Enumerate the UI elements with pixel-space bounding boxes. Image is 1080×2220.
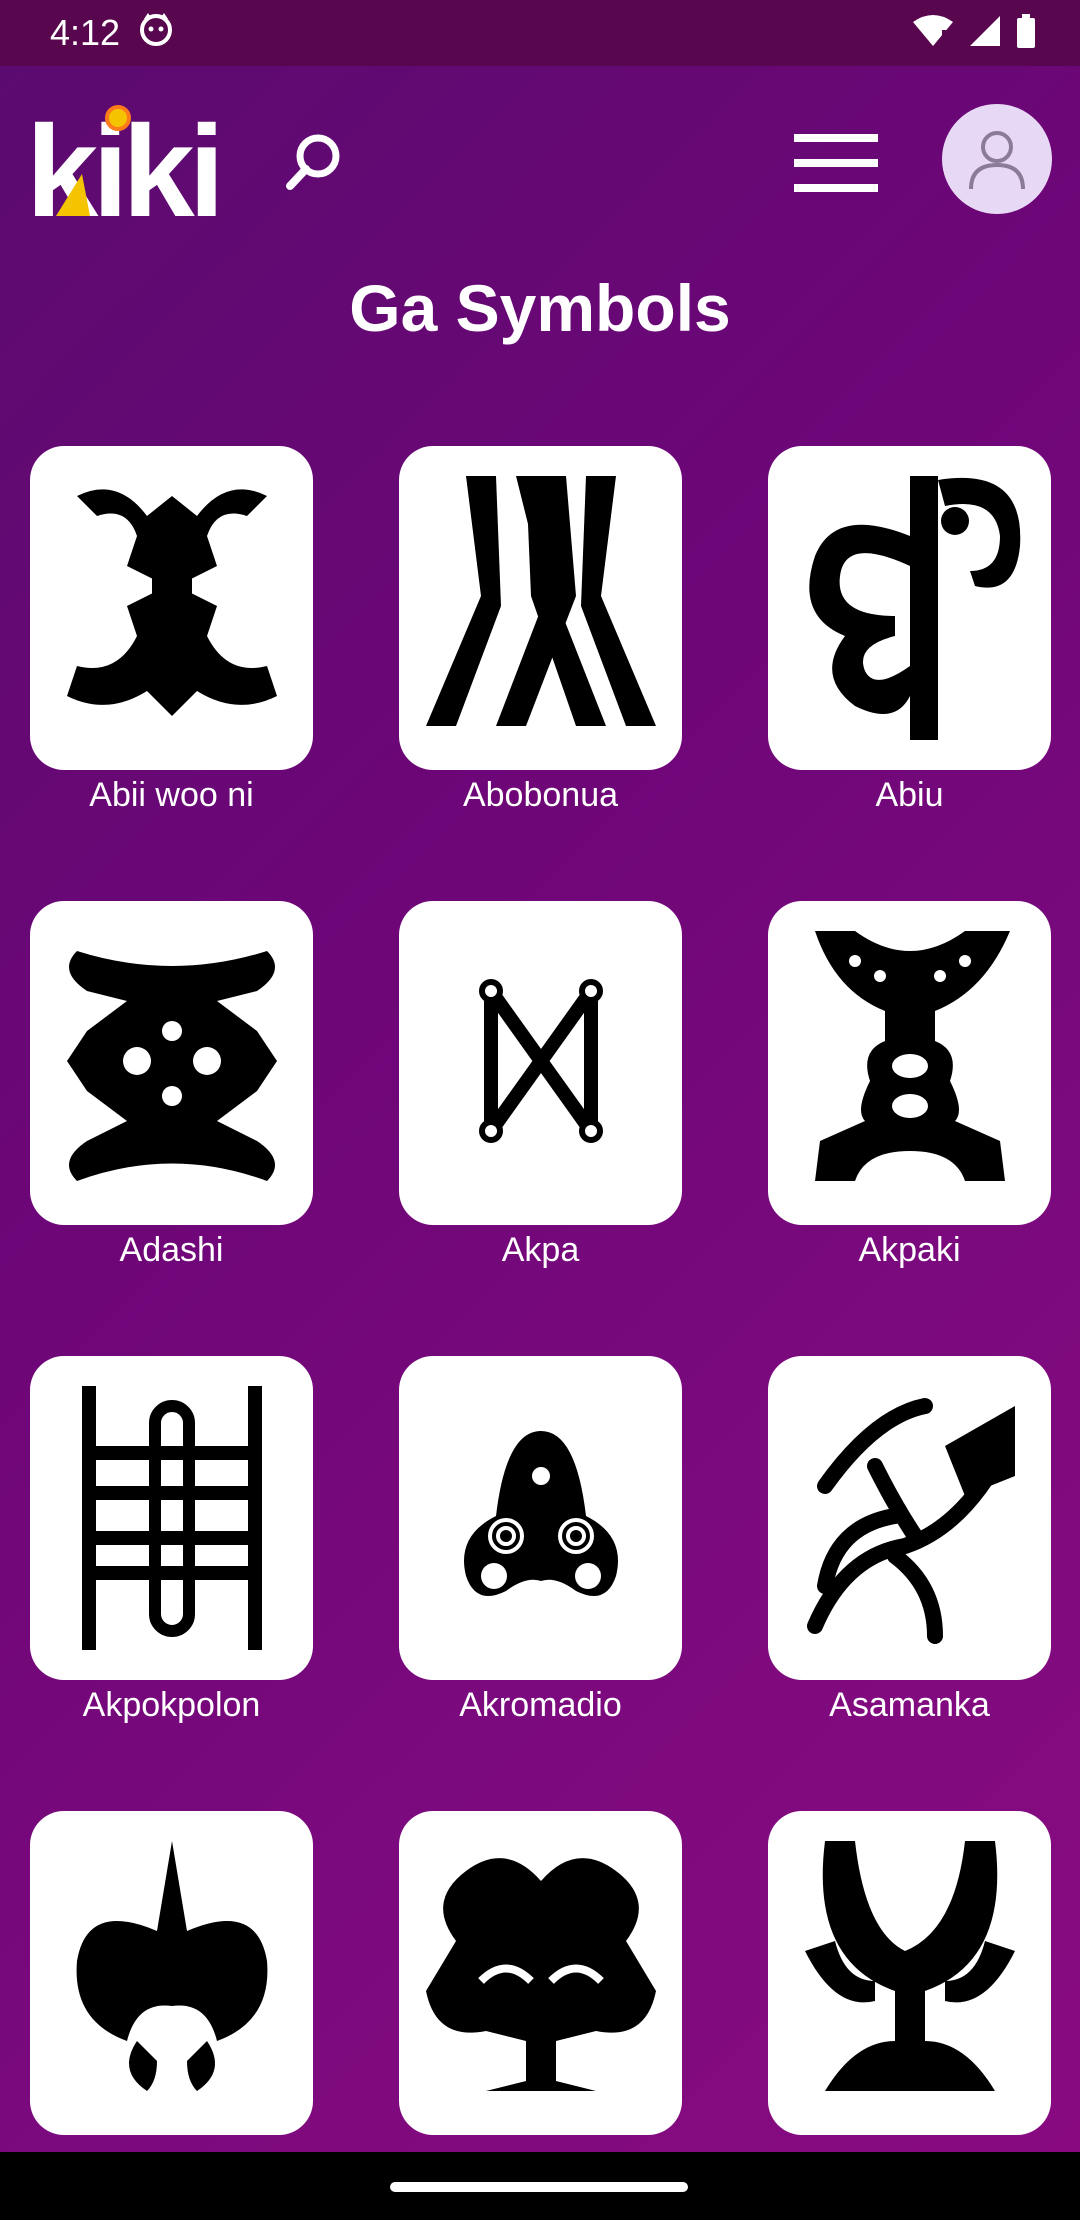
symbol-label: Akpa: [501, 1231, 580, 1269]
symbol-label: Abobonua: [462, 776, 619, 814]
kiki-logo[interactable]: kiki: [26, 98, 246, 244]
app-notification-icon: [138, 11, 174, 56]
symbol-card[interactable]: Akpokpolon: [30, 1356, 313, 1725]
status-time: 4:12: [50, 12, 121, 53]
symbol-card[interactable]: Adashi: [30, 901, 313, 1270]
adashi-symbol-icon: [66, 951, 277, 1181]
symbol-tile[interactable]: [30, 901, 313, 1225]
symbol-tile[interactable]: [399, 1356, 682, 1680]
symbol-tile[interactable]: [399, 1811, 682, 2135]
symbol-card[interactable]: [399, 1811, 682, 2141]
user-icon: [969, 131, 1025, 190]
wifi-icon: [912, 14, 954, 53]
abiu-symbol-icon: [808, 476, 1020, 740]
symbol-card[interactable]: Abii woo ni: [30, 446, 313, 815]
profile-avatar[interactable]: [942, 104, 1052, 214]
symbol-label: Akromadio: [459, 1686, 622, 1724]
symbol-card[interactable]: Akpa: [399, 901, 682, 1270]
symbol-label: Akpaki: [858, 1231, 961, 1269]
symbol-tile[interactable]: [30, 446, 313, 770]
home-gesture-handle[interactable]: [390, 2182, 688, 2192]
symbol-label: Abii woo ni: [89, 776, 254, 814]
symbol-card[interactable]: Asamanka: [768, 1356, 1051, 1725]
symbol-card[interactable]: Akromadio: [399, 1356, 682, 1725]
symbol-label: Akpokpolon: [82, 1686, 261, 1724]
akromadio-symbol-icon: [463, 1431, 618, 1596]
search-icon[interactable]: [278, 128, 348, 198]
page-title: Ga Symbols: [349, 271, 731, 345]
status-bar: 4:12: [0, 0, 1080, 66]
signal-icon: [968, 14, 1002, 53]
symbol-card[interactable]: [768, 1811, 1051, 2141]
symbol-card[interactable]: Akpaki: [768, 901, 1051, 1270]
app-header: kiki: [0, 66, 1080, 246]
symbol-tile[interactable]: [768, 1811, 1051, 2135]
symbol-label: Asamanka: [829, 1686, 990, 1724]
akpaki-symbol-icon: [814, 931, 1010, 1181]
akpokpolon-symbol-icon: [81, 1386, 262, 1650]
symbol-tile[interactable]: [768, 901, 1051, 1225]
symbol-horns-icon: [804, 1841, 1015, 2091]
symbol-label: Adashi: [119, 1231, 224, 1269]
symbol-tile[interactable]: [768, 1356, 1051, 1680]
symbol-label: Abiu: [875, 776, 944, 814]
asamanka-symbol-icon: [806, 1398, 1015, 1644]
symbol-tile[interactable]: [399, 901, 682, 1225]
battery-icon: [1016, 13, 1036, 53]
symbol-tile[interactable]: [30, 1811, 313, 2135]
symbol-tile[interactable]: [399, 446, 682, 770]
abobonua-symbol-icon: [425, 476, 656, 726]
symbol-tile[interactable]: [768, 446, 1051, 770]
symbol-tree-icon: [425, 1858, 656, 2091]
akpa-symbol-icon: [478, 979, 603, 1143]
symbol-card[interactable]: [30, 1811, 313, 2141]
symbol-card[interactable]: Abobonua: [399, 446, 682, 815]
menu-icon[interactable]: [792, 128, 882, 198]
symbol-spade-icon: [76, 1841, 267, 2091]
symbol-card[interactable]: Abiu: [768, 446, 1051, 815]
symbol-tile[interactable]: [30, 1356, 313, 1680]
abii-woo-ni-symbol-icon: [66, 489, 277, 716]
